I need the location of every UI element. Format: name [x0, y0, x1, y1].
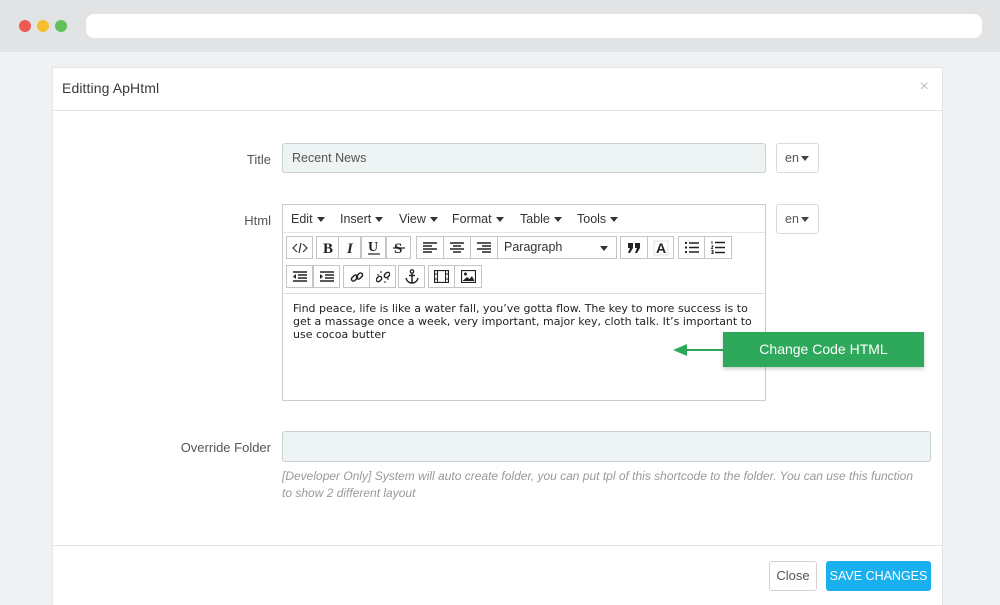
italic-icon: I: [346, 241, 354, 255]
align-center-icon: [450, 242, 464, 253]
underline-icon: U: [367, 240, 380, 255]
menu-table-label: Table: [520, 212, 550, 226]
edit-modal: Editting ApHtml × Title Recent News en H…: [52, 67, 943, 605]
chevron-down-icon: [800, 217, 809, 223]
chevron-down-icon: [600, 246, 608, 251]
browser-chrome: [0, 0, 1000, 52]
window-close-dot[interactable]: [19, 20, 31, 32]
menu-format-label: Format: [452, 212, 492, 226]
modal-header: Editting ApHtml ×: [53, 68, 942, 111]
change-code-html-callout: Change Code HTML: [723, 332, 924, 367]
svg-text:A: A: [656, 240, 666, 256]
title-lang-label: en: [785, 151, 799, 165]
italic-button[interactable]: I: [338, 236, 361, 259]
unlink-icon: [375, 270, 390, 283]
modal-title: Editting ApHtml: [62, 80, 160, 96]
bold-button[interactable]: B: [316, 236, 339, 259]
align-right-button[interactable]: [470, 236, 498, 259]
title-label: Title: [246, 152, 271, 167]
chevron-down-icon: [316, 217, 325, 223]
chevron-down-icon: [375, 217, 384, 223]
menu-tools[interactable]: Tools: [577, 212, 619, 226]
indent-icon: [319, 271, 334, 282]
menu-insert-label: Insert: [340, 212, 372, 226]
override-folder-label: Override Folder: [180, 440, 271, 455]
bullet-list-icon: [684, 242, 699, 253]
underline-button[interactable]: U: [361, 236, 386, 259]
arrow-left-icon: [673, 344, 687, 356]
media-button[interactable]: [428, 265, 455, 288]
media-icon: [434, 270, 449, 283]
chevron-down-icon: [800, 156, 809, 162]
svg-text:U: U: [368, 240, 378, 255]
menu-edit[interactable]: Edit: [291, 212, 325, 226]
numbered-list-button[interactable]: [704, 236, 732, 259]
chevron-down-icon: [495, 217, 504, 223]
html-lang-label: en: [785, 212, 799, 226]
menu-tools-label: Tools: [577, 212, 607, 226]
window-minimize-dot[interactable]: [37, 20, 49, 32]
outdent-button[interactable]: [286, 265, 313, 288]
outdent-icon: [292, 271, 307, 282]
title-lang-dropdown[interactable]: en: [776, 143, 819, 173]
format-select-label: Paragraph: [504, 240, 563, 254]
anchor-button[interactable]: [398, 265, 425, 288]
link-button[interactable]: [343, 265, 370, 288]
editor-toolbar-row-1: B I U S Paragraph A: [283, 233, 765, 262]
align-center-button[interactable]: [443, 236, 471, 259]
align-left-button[interactable]: [416, 236, 444, 259]
menu-format[interactable]: Format: [452, 212, 504, 226]
align-left-icon: [423, 242, 437, 253]
chevron-down-icon: [553, 217, 562, 223]
chevron-down-icon: [610, 217, 619, 223]
blockquote-button[interactable]: [620, 236, 648, 259]
text-color-button[interactable]: A: [647, 236, 674, 259]
modal-footer: Close SAVE CHANGES: [53, 545, 942, 605]
title-input[interactable]: Recent News: [282, 143, 766, 173]
blockquote-icon: [628, 242, 640, 253]
menu-insert[interactable]: Insert: [340, 212, 384, 226]
chevron-down-icon: [429, 217, 438, 223]
html-label: Html: [244, 213, 271, 228]
menu-view[interactable]: View: [399, 212, 438, 226]
save-changes-button[interactable]: SAVE CHANGES: [826, 561, 931, 591]
source-code-button[interactable]: [286, 236, 313, 259]
editor-menubar: Edit Insert View Format Table Tools: [283, 205, 765, 233]
text-color-icon: A: [653, 240, 668, 256]
override-folder-input[interactable]: [282, 431, 931, 462]
menu-edit-label: Edit: [291, 212, 313, 226]
unlink-button[interactable]: [369, 265, 396, 288]
align-right-icon: [477, 242, 491, 253]
anchor-icon: [404, 269, 419, 284]
strikethrough-button[interactable]: S: [386, 236, 411, 259]
window-maximize-dot[interactable]: [55, 20, 67, 32]
menu-table[interactable]: Table: [520, 212, 562, 226]
rich-text-editor: Edit Insert View Format Table Tools B I …: [282, 204, 766, 401]
bold-icon: B: [323, 241, 333, 255]
close-icon[interactable]: ×: [920, 78, 929, 96]
numbered-list-icon: [711, 241, 725, 254]
strikethrough-icon: S: [392, 241, 405, 255]
svg-text:B: B: [323, 241, 333, 255]
code-icon: [291, 242, 308, 253]
image-button[interactable]: [454, 265, 482, 288]
editor-toolbar-row-2: [283, 262, 765, 291]
svg-text:I: I: [346, 241, 354, 255]
override-folder-help: [Developer Only] System will auto create…: [282, 469, 914, 500]
format-select[interactable]: Paragraph: [497, 236, 617, 259]
menu-view-label: View: [399, 212, 426, 226]
editor-content[interactable]: Find peace, life is like a water fall, y…: [283, 293, 765, 401]
link-icon: [350, 271, 363, 282]
close-button[interactable]: Close: [769, 561, 817, 591]
indent-button[interactable]: [313, 265, 340, 288]
image-icon: [460, 270, 476, 283]
address-bar[interactable]: [86, 14, 982, 38]
html-lang-dropdown[interactable]: en: [776, 204, 819, 234]
bullet-list-button[interactable]: [678, 236, 705, 259]
